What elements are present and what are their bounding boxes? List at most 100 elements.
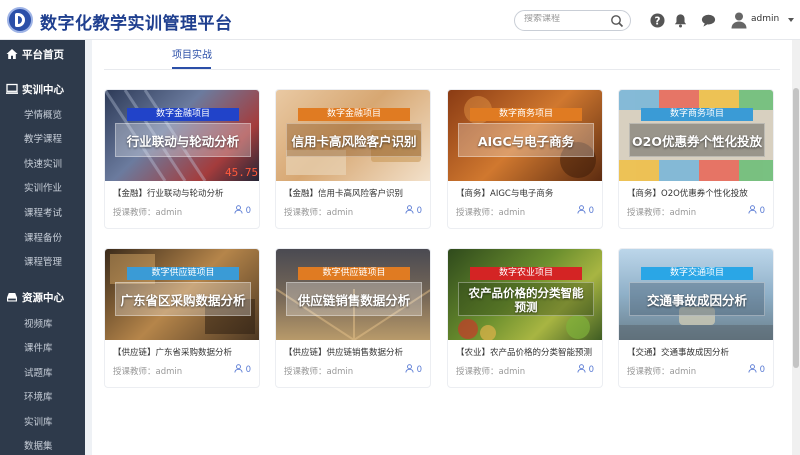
course-card[interactable]: 数字供应链项目 广东省区采购数据分析 【供应链】广东省采购数据分析 授课教师：a… <box>104 248 260 388</box>
help-icon[interactable]: ? <box>650 13 665 28</box>
card-cover-title: O2O优惠券个性化投放 <box>632 134 762 149</box>
message-icon[interactable] <box>701 13 716 28</box>
sidebar-section-label: 资源中心 <box>22 292 64 304</box>
card-cover-title: 广东省区采购数据分析 <box>120 293 246 308</box>
card-cover-title: 供应链销售数据分析 <box>297 293 411 308</box>
enrolled-count: 0 <box>577 364 594 375</box>
svg-text:45.75: 45.75 <box>225 166 258 179</box>
enrolled-count: 0 <box>405 205 422 216</box>
scrollbar[interactable] <box>792 40 800 455</box>
card-tag: 数字商务项目 <box>470 108 582 121</box>
sidebar-item-label: 平台首页 <box>22 49 64 61</box>
course-card[interactable]: 数字农业项目 农产品价格的分类智能预测 【农业】农产品价格的分类智能预测 授课教… <box>447 248 603 388</box>
card-title[interactable]: 【交通】交通事故成因分析 <box>627 346 729 358</box>
sidebar-item-course-exam[interactable]: 课程考试 <box>24 205 62 219</box>
sidebar-item-teaching-courses[interactable]: 教学课程 <box>24 131 62 145</box>
sidebar-item-course-management[interactable]: 课程管理 <box>24 254 62 268</box>
card-title[interactable]: 【商务】O2O优惠券个性化投放 <box>627 187 748 199</box>
card-teacher: 授课教师：admin <box>627 208 697 218</box>
sidebar-item-datasets[interactable]: 数据集 <box>24 438 53 452</box>
user-icon <box>577 364 586 373</box>
sidebar-item-training-homework[interactable]: 实训作业 <box>24 180 62 194</box>
user-icon <box>405 205 414 214</box>
card-cover-title: 农产品价格的分类智能预测 <box>468 286 584 314</box>
course-card[interactable]: 数字交通项目 交通事故成因分析 【交通】交通事故成因分析 授课教师：admin … <box>618 248 774 388</box>
user-icon <box>748 364 757 373</box>
user-icon <box>234 205 243 214</box>
drive-icon <box>7 293 17 302</box>
search-input[interactable] <box>524 14 608 24</box>
card-cover-title: 交通事故成因分析 <box>646 293 747 308</box>
card-teacher: 授课教师：admin <box>284 367 354 377</box>
card-tag: 数字金融项目 <box>127 108 239 121</box>
sidebar-item-course-backup[interactable]: 课程备份 <box>24 230 62 244</box>
sidebar-item-video-library[interactable]: 视频库 <box>24 316 53 330</box>
card-teacher: 授课教师：admin <box>284 208 354 218</box>
sidebar-section-resources[interactable]: 资源中心 <box>0 286 85 308</box>
card-tag: 数字交通项目 <box>641 267 753 280</box>
user-name[interactable]: admin <box>751 14 779 24</box>
card-cover-image: 数字农业项目 农产品价格的分类智能预测 <box>448 249 602 340</box>
main-content: 项目实战 45.75 数字金融项目 行业联动与轮动分析 【金融】行业联动与轮动分… <box>92 40 792 455</box>
card-cover-image: 数字供应链项目 广东省区采购数据分析 <box>105 249 259 340</box>
chevron-down-icon[interactable] <box>788 18 794 22</box>
enrolled-count: 0 <box>234 205 251 216</box>
card-teacher: 授课教师：admin <box>113 208 183 218</box>
card-tag: 数字金融项目 <box>298 108 410 121</box>
course-card[interactable]: 数字商务项目 O2O优惠券个性化投放 【商务】O2O优惠券个性化投放 授课教师：… <box>618 89 774 229</box>
sidebar-item-environment-library[interactable]: 环境库 <box>24 389 53 403</box>
sidebar-item-question-bank[interactable]: 试题库 <box>24 365 53 379</box>
card-teacher: 授课教师：admin <box>627 367 697 377</box>
top-header: 数字化教学实训管理平台 ? admin <box>0 0 800 40</box>
logo-icon <box>7 7 33 33</box>
card-cover-image: 数字交通项目 交通事故成因分析 <box>619 249 773 340</box>
card-title[interactable]: 【供应链】广东省采购数据分析 <box>113 346 232 358</box>
avatar-icon[interactable] <box>730 11 748 29</box>
sidebar-section-label: 实训中心 <box>22 84 64 96</box>
user-icon <box>405 364 414 373</box>
card-title[interactable]: 【供应链】供应链销售数据分析 <box>284 346 403 358</box>
bell-icon[interactable] <box>673 13 688 28</box>
card-title[interactable]: 【商务】AIGC与电子商务 <box>456 187 553 199</box>
sidebar-item-home[interactable]: 平台首页 <box>0 43 85 65</box>
card-title[interactable]: 【农业】农产品价格的分类智能预测 <box>456 346 592 358</box>
divider <box>104 69 780 70</box>
card-cover-image: 数字商务项目 AIGC与电子商务 <box>448 90 602 181</box>
card-cover-image: 数字商务项目 O2O优惠券个性化投放 <box>619 90 773 181</box>
sidebar-item-training-library[interactable]: 实训库 <box>24 414 53 428</box>
search-box[interactable] <box>514 10 631 31</box>
course-card[interactable]: 数字供应链项目 供应链销售数据分析 【供应链】供应链销售数据分析 授课教师：ad… <box>275 248 431 388</box>
card-tag: 数字商务项目 <box>641 108 753 121</box>
card-cover-image: 数字供应链项目 供应链销售数据分析 <box>276 249 430 340</box>
sidebar-item-quick-training[interactable]: 快速实训 <box>24 156 62 170</box>
card-tag: 数字供应链项目 <box>127 267 239 280</box>
card-teacher: 授课教师：admin <box>113 367 183 377</box>
course-card[interactable]: 数字商务项目 AIGC与电子商务 【商务】AIGC与电子商务 授课教师：admi… <box>447 89 603 229</box>
user-icon <box>234 364 243 373</box>
enrolled-count: 0 <box>234 364 251 375</box>
enrolled-count: 0 <box>748 364 765 375</box>
card-title[interactable]: 【金融】行业联动与轮动分析 <box>113 187 224 199</box>
card-title[interactable]: 【金融】信用卡高风险客户识别 <box>284 187 403 199</box>
svg-text:?: ? <box>655 15 661 27</box>
enrolled-count: 0 <box>405 364 422 375</box>
tab-project-practice[interactable]: 项目实战 <box>172 46 212 61</box>
sidebar-item-learning-overview[interactable]: 学情概览 <box>24 107 62 121</box>
card-teacher: 授课教师：admin <box>456 208 526 218</box>
sidebar-item-courseware-library[interactable]: 课件库 <box>24 340 53 354</box>
card-teacher: 授课教师：admin <box>456 367 526 377</box>
card-cover-image: 数字金融项目 信用卡高风险客户识别 <box>276 90 430 181</box>
user-icon <box>577 205 586 214</box>
enrolled-count: 0 <box>577 205 594 216</box>
course-card[interactable]: 45.75 数字金融项目 行业联动与轮动分析 【金融】行业联动与轮动分析 授课教… <box>104 89 260 229</box>
card-cover-title: 行业联动与轮动分析 <box>126 134 240 149</box>
search-icon[interactable] <box>610 14 624 28</box>
user-icon <box>748 205 757 214</box>
sidebar: 平台首页 实训中心 学情概览 教学课程 快速实训 实训作业 课程考试 课程备份 … <box>0 40 85 455</box>
course-card[interactable]: 数字金融项目 信用卡高风险客户识别 【金融】信用卡高风险客户识别 授课教师：ad… <box>275 89 431 229</box>
monitor-icon <box>6 83 18 94</box>
enrolled-count: 0 <box>748 205 765 216</box>
sidebar-section-training[interactable]: 实训中心 <box>0 78 85 100</box>
scrollbar-thumb[interactable] <box>793 88 799 368</box>
app-title: 数字化教学实训管理平台 <box>40 14 233 34</box>
